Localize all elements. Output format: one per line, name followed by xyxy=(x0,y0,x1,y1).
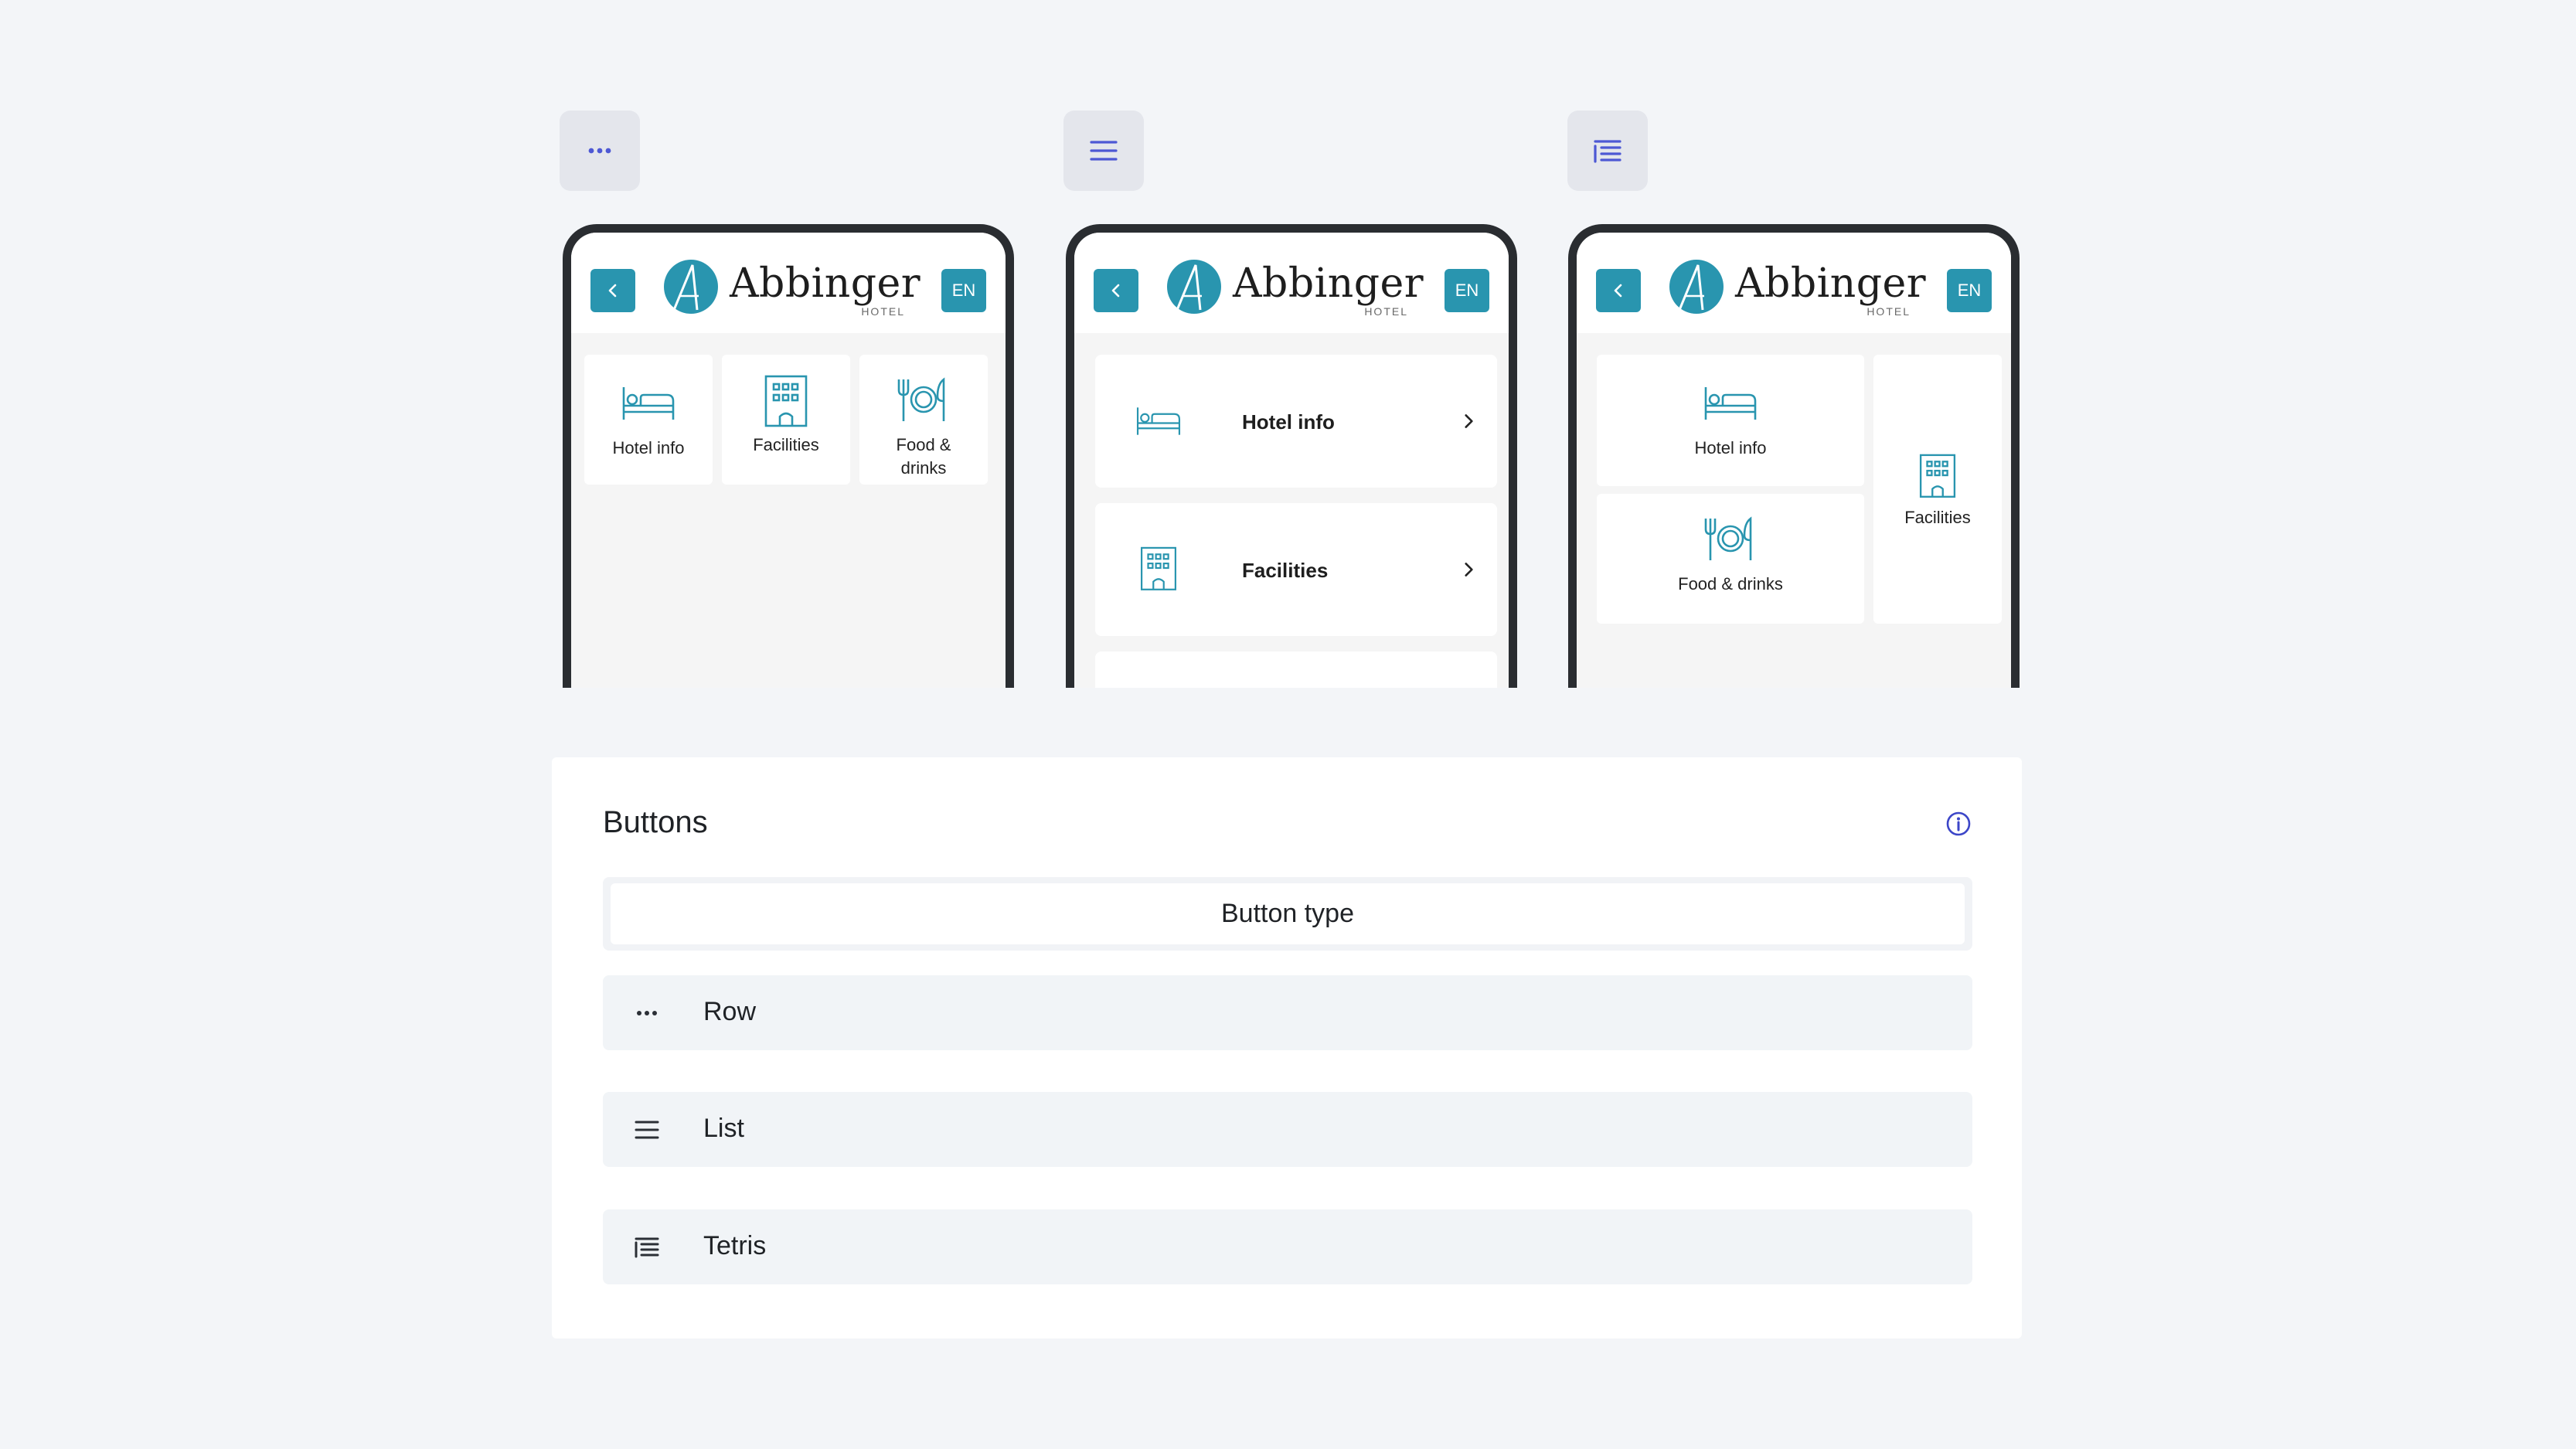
list-row-facilities[interactable]: Facilities xyxy=(1095,503,1497,636)
bed-icon xyxy=(1136,407,1181,435)
bed-icon xyxy=(622,387,675,420)
phone-preview-list: Abbinger HOTEL EN Hotel info Facilities xyxy=(1066,224,1517,688)
language-button[interactable]: EN xyxy=(941,269,986,312)
tile-hotel-info[interactable]: Hotel info xyxy=(584,355,713,485)
brand-name: Abbinger xyxy=(1735,260,1927,307)
chevron-left-icon xyxy=(1614,284,1622,298)
tetris-icon xyxy=(1594,140,1621,163)
list-row-partial[interactable] xyxy=(1095,651,1497,688)
option-row[interactable]: Row xyxy=(603,975,1972,1050)
tile-facilities[interactable]: Facilities xyxy=(1873,355,2002,624)
tetris-icon xyxy=(635,1237,659,1258)
tile-label: Hotel info xyxy=(612,438,685,457)
toggle-row-layout[interactable] xyxy=(560,111,640,191)
list-icon xyxy=(635,1121,659,1139)
toggle-tetris-layout[interactable] xyxy=(1567,111,1648,191)
option-list[interactable]: List xyxy=(603,1092,1972,1167)
tile-hotel-info[interactable]: Hotel info xyxy=(1597,355,1864,486)
list-icon xyxy=(1090,141,1118,161)
chevron-left-icon xyxy=(1111,284,1120,298)
hotel-logo: Abbinger HOTEL xyxy=(1669,259,1926,321)
tile-facilities[interactable]: Facilities xyxy=(722,355,850,485)
dining-icon xyxy=(1704,516,1752,560)
toggle-list-layout[interactable] xyxy=(1063,111,1144,191)
option-tetris[interactable]: Tetris xyxy=(603,1209,1972,1284)
logo-mark-icon xyxy=(1669,260,1724,314)
logo-mark-icon xyxy=(664,260,718,314)
list-row-hotel-info[interactable]: Hotel info xyxy=(1095,355,1497,488)
back-button[interactable] xyxy=(590,269,635,312)
brand-subtitle: HOTEL xyxy=(861,305,905,318)
app-header: Abbinger HOTEL EN xyxy=(1074,233,1509,333)
language-button[interactable]: EN xyxy=(1445,269,1489,312)
logo-mark-icon xyxy=(1167,260,1221,314)
button-type-label: Button type xyxy=(611,883,1965,944)
brand-subtitle: HOTEL xyxy=(1364,305,1408,318)
button-type-header: Button type xyxy=(603,877,1972,951)
chevron-right-icon xyxy=(1465,563,1473,577)
hotel-logo: Abbinger HOTEL xyxy=(663,259,920,321)
dots-icon xyxy=(588,148,611,154)
tile-label: Facilities xyxy=(753,435,819,454)
option-label: Row xyxy=(703,997,757,1026)
list-row-label: Facilities xyxy=(1242,559,1329,582)
brand-name: Abbinger xyxy=(730,260,921,307)
bed-icon xyxy=(1704,387,1757,420)
panel-title: Buttons xyxy=(603,805,708,839)
dining-icon xyxy=(897,377,945,421)
building-icon xyxy=(1919,454,1956,498)
dots-icon xyxy=(637,1011,657,1015)
tile-label: Facilities xyxy=(1904,508,1971,527)
tile-label: Food & drinks xyxy=(1678,574,1783,594)
tile-food-drinks[interactable]: Food & drinks xyxy=(1597,494,1864,624)
app-header: Abbinger HOTEL EN xyxy=(1577,233,2011,333)
back-button[interactable] xyxy=(1596,269,1641,312)
phone-preview-tetris: Abbinger HOTEL EN Hotel info Facilities … xyxy=(1568,224,2020,688)
chevron-right-icon xyxy=(1465,414,1473,428)
tile-label: Hotel info xyxy=(1694,438,1767,457)
brand-subtitle: HOTEL xyxy=(1866,305,1911,318)
tile-label: Food & drinks xyxy=(896,435,951,478)
chevron-left-icon xyxy=(608,284,617,298)
phone-preview-row: Abbinger HOTEL EN Hotel info Facilities … xyxy=(563,224,1014,688)
building-icon xyxy=(1141,546,1176,590)
info-icon[interactable] xyxy=(1945,810,1972,838)
list-row-label: Hotel info xyxy=(1242,410,1335,434)
buttons-settings-panel: Buttons Button type Row List Tetris xyxy=(552,757,2022,1338)
language-button[interactable]: EN xyxy=(1947,269,1992,312)
option-label: Tetris xyxy=(703,1231,767,1260)
tile-food-drinks[interactable]: Food & drinks xyxy=(859,355,988,485)
option-label: List xyxy=(703,1114,744,1143)
brand-name: Abbinger xyxy=(1233,260,1424,307)
building-icon xyxy=(764,375,808,427)
back-button[interactable] xyxy=(1094,269,1138,312)
hotel-logo: Abbinger HOTEL xyxy=(1166,259,1424,321)
app-header: Abbinger HOTEL EN xyxy=(571,233,1006,333)
